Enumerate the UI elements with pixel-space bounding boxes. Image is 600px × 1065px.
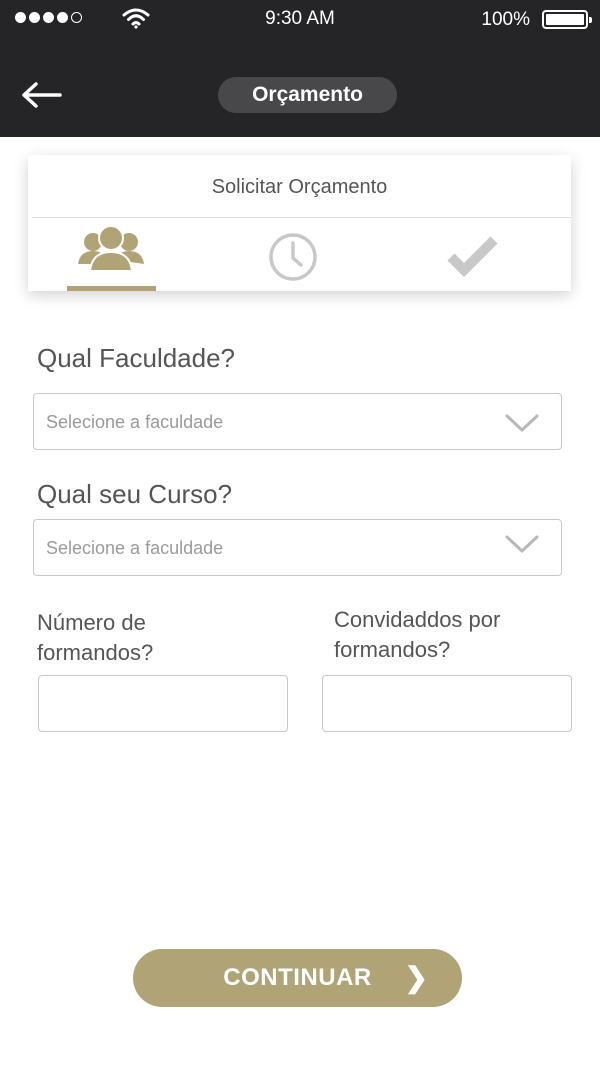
steps-card: Solicitar Orçamento xyxy=(28,155,571,291)
continue-button[interactable]: CONTINUAR ❯ xyxy=(133,949,462,1007)
status-bar: 9:30 AM 100% xyxy=(0,0,600,40)
arrow-left-icon xyxy=(22,82,62,108)
convidados-input[interactable] xyxy=(322,675,572,732)
convidados-label: Convidaddos por formandos? xyxy=(334,607,501,662)
faculdade-label: Qual Faculdade? xyxy=(37,343,236,373)
curso-placeholder: Selecione a faculdade xyxy=(46,538,224,558)
step-tab-clock[interactable] xyxy=(198,218,379,291)
faculdade-select[interactable]: Selecione a faculdade xyxy=(33,393,562,450)
app-header: 9:30 AM 100% Orçamento xyxy=(0,0,600,137)
card-title: Solicitar Orçamento xyxy=(211,176,388,198)
page-title: Orçamento xyxy=(218,77,397,113)
chevron-down-icon xyxy=(505,414,539,432)
back-button[interactable] xyxy=(20,78,64,112)
active-step-indicator xyxy=(67,286,156,291)
battery-percent: 100% xyxy=(481,9,530,30)
curso-label: Qual seu Curso? xyxy=(37,479,233,509)
checkmark-icon xyxy=(447,236,498,277)
battery-icon xyxy=(542,10,592,29)
faculdade-placeholder: Selecione a faculdade xyxy=(46,412,224,432)
people-icon xyxy=(78,225,144,272)
chevron-down-icon xyxy=(505,535,539,553)
clock-icon xyxy=(269,233,317,281)
step-tab-people[interactable] xyxy=(28,218,209,291)
curso-select[interactable]: Selecione a faculdade xyxy=(33,519,562,576)
formandos-label: Número de formandos? xyxy=(37,610,154,665)
step-tab-check[interactable] xyxy=(380,218,561,291)
chevron-right-icon: ❯ xyxy=(404,962,428,993)
formandos-input[interactable] xyxy=(38,675,288,732)
